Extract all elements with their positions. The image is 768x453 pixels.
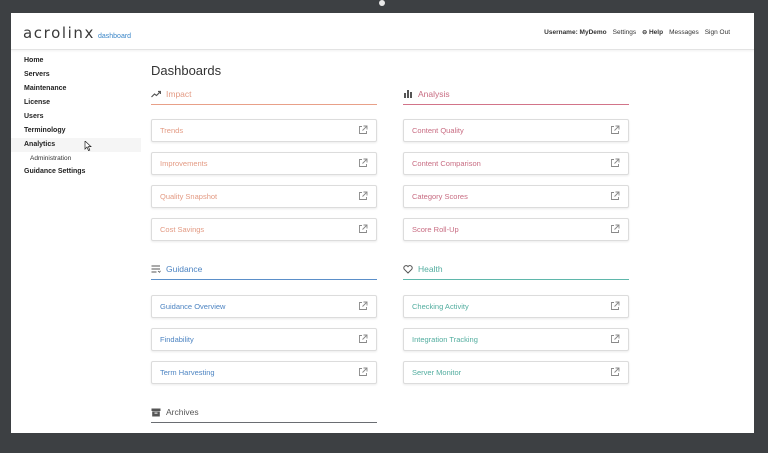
card-label: Integration Tracking bbox=[412, 335, 478, 344]
top-bar: acrolinx dashboard Username: MyDemo Sett… bbox=[11, 13, 754, 50]
card-cost-savings[interactable]: Cost Savings bbox=[151, 218, 377, 241]
card-term-harvesting[interactable]: Term Harvesting bbox=[151, 361, 377, 384]
section-rule-archives bbox=[151, 422, 377, 423]
card-label: Trends bbox=[160, 126, 184, 135]
logo-text: acrolinx bbox=[23, 24, 95, 42]
bar-chart-icon bbox=[403, 90, 413, 98]
card-trends[interactable]: Trends bbox=[151, 119, 377, 142]
card-label: Server Monitor bbox=[412, 368, 462, 377]
card-label: Cost Savings bbox=[160, 225, 205, 234]
sidebar-item-servers[interactable]: Servers bbox=[11, 68, 141, 82]
heart-icon bbox=[403, 264, 413, 274]
card-label: Term Harvesting bbox=[160, 368, 215, 377]
sidebar-item-terminology[interactable]: Terminology bbox=[11, 124, 141, 138]
logo[interactable]: acrolinx dashboard bbox=[23, 24, 131, 42]
list-icon bbox=[151, 265, 161, 273]
card-content-comparison[interactable]: Content Comparison bbox=[403, 152, 629, 175]
sidebar-item-maintenance[interactable]: Maintenance bbox=[11, 82, 141, 96]
messages-link[interactable]: Messages bbox=[669, 29, 699, 36]
card-label: Findability bbox=[160, 335, 194, 344]
card-quality-snapshot[interactable]: Quality Snapshot bbox=[151, 185, 377, 208]
sidebar-item-license[interactable]: License bbox=[11, 96, 141, 110]
card-label: Content Quality bbox=[412, 126, 464, 135]
external-link-icon[interactable] bbox=[610, 158, 620, 168]
settings-link[interactable]: Settings bbox=[613, 29, 637, 36]
card-label: Checking Activity bbox=[412, 302, 469, 311]
card-label: Content Comparison bbox=[412, 159, 481, 168]
section-rule-impact bbox=[151, 104, 377, 105]
external-link-icon[interactable] bbox=[358, 334, 368, 344]
card-category-scores[interactable]: Category Scores bbox=[403, 185, 629, 208]
section-title-archives: Archives bbox=[166, 407, 199, 417]
card-label: Improvements bbox=[160, 159, 208, 168]
page-title: Dashboards bbox=[151, 63, 222, 78]
username-label: Username: MyDemo bbox=[544, 29, 607, 36]
external-link-icon[interactable] bbox=[358, 301, 368, 311]
card-label: Quality Snapshot bbox=[160, 192, 218, 201]
section-impact: Impact bbox=[151, 88, 377, 105]
help-label: Help bbox=[648, 29, 664, 36]
logo-subtitle: dashboard bbox=[97, 33, 132, 40]
section-title-guidance: Guidance bbox=[166, 264, 203, 274]
app-window: acrolinx dashboard Username: MyDemo Sett… bbox=[11, 13, 754, 433]
external-link-icon[interactable] bbox=[610, 191, 620, 201]
card-label: Score Roll-Up bbox=[412, 225, 459, 234]
card-checking-activity[interactable]: Checking Activity bbox=[403, 295, 629, 318]
section-health: Health bbox=[403, 263, 629, 280]
sidebar-item-administration[interactable]: Administration bbox=[11, 152, 141, 165]
sidebar-item-users[interactable]: Users bbox=[11, 110, 141, 124]
external-link-icon[interactable] bbox=[358, 191, 368, 201]
card-label: Guidance Overview bbox=[160, 302, 226, 311]
card-guidance-overview[interactable]: Guidance Overview bbox=[151, 295, 377, 318]
trend-up-icon bbox=[151, 90, 161, 98]
section-guidance: Guidance bbox=[151, 263, 377, 280]
external-link-icon[interactable] bbox=[358, 367, 368, 377]
section-analysis: Analysis bbox=[403, 88, 629, 105]
archive-icon bbox=[151, 408, 161, 417]
external-link-icon[interactable] bbox=[610, 367, 620, 377]
sidebar: Home Servers Maintenance License Users T… bbox=[11, 54, 141, 179]
external-link-icon[interactable] bbox=[610, 224, 620, 234]
camera-dot bbox=[379, 0, 385, 6]
section-title-impact: Impact bbox=[166, 89, 192, 99]
card-server-monitor[interactable]: Server Monitor bbox=[403, 361, 629, 384]
external-link-icon[interactable] bbox=[610, 301, 620, 311]
sidebar-item-analytics[interactable]: Analytics bbox=[11, 138, 141, 152]
card-score-roll-up[interactable]: Score Roll-Up bbox=[403, 218, 629, 241]
external-link-icon[interactable] bbox=[358, 158, 368, 168]
card-content-quality[interactable]: Content Quality bbox=[403, 119, 629, 142]
section-rule-analysis bbox=[403, 104, 629, 105]
section-rule-guidance bbox=[151, 279, 377, 280]
section-title-analysis: Analysis bbox=[418, 89, 450, 99]
help-icon: ⊖ bbox=[642, 30, 648, 36]
section-rule-health bbox=[403, 279, 629, 280]
signout-link[interactable]: Sign Out bbox=[705, 29, 730, 36]
sidebar-item-home[interactable]: Home bbox=[11, 54, 141, 68]
section-archives: Archives bbox=[151, 406, 377, 423]
external-link-icon[interactable] bbox=[358, 224, 368, 234]
external-link-icon[interactable] bbox=[610, 334, 620, 344]
top-nav: Username: MyDemo Settings ⊖ Help Message… bbox=[544, 29, 730, 36]
sidebar-item-guidance-settings[interactable]: Guidance Settings bbox=[11, 165, 141, 179]
external-link-icon[interactable] bbox=[358, 125, 368, 135]
card-label: Category Scores bbox=[412, 192, 468, 201]
card-integration-tracking[interactable]: Integration Tracking bbox=[403, 328, 629, 351]
help-link[interactable]: ⊖ Help bbox=[642, 29, 663, 36]
mouse-cursor-icon bbox=[84, 141, 92, 151]
card-findability[interactable]: Findability bbox=[151, 328, 377, 351]
section-title-health: Health bbox=[418, 264, 443, 274]
external-link-icon[interactable] bbox=[610, 125, 620, 135]
card-improvements[interactable]: Improvements bbox=[151, 152, 377, 175]
